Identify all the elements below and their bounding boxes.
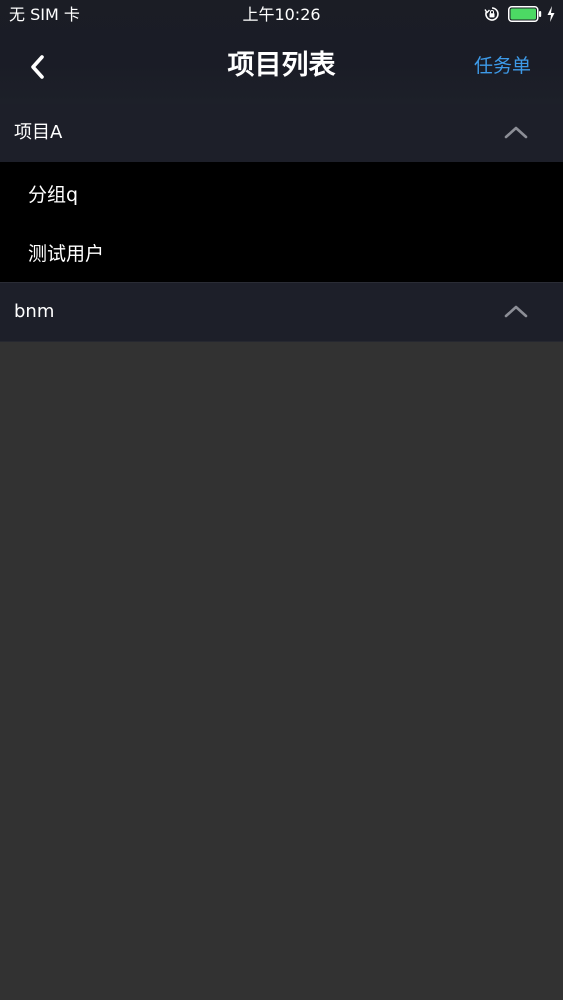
- list-item-label: 分组q: [28, 184, 79, 206]
- chevron-up-icon[interactable]: [504, 124, 528, 144]
- list-item[interactable]: 分组q: [0, 166, 563, 222]
- group-title: 项目A: [14, 122, 63, 143]
- group-title: bnm: [14, 301, 55, 322]
- status-bar: 无 SIM 卡 上午10:26: [0, 0, 563, 30]
- chevron-up-icon[interactable]: [504, 303, 528, 323]
- list-item[interactable]: 测试用户: [0, 225, 563, 281]
- status-time: 上午10:26: [242, 5, 321, 24]
- group-header-bnm[interactable]: bnm: [0, 283, 563, 341]
- group-header-project-a[interactable]: 项目A: [0, 104, 563, 162]
- list-item-label: 测试用户: [28, 243, 105, 265]
- rotation-lock-icon: [484, 6, 500, 22]
- group-items-project-a: 分组q 测试用户: [0, 162, 563, 282]
- charging-bolt-icon: [546, 5, 556, 23]
- task-list-button[interactable]: 任务单: [474, 52, 531, 80]
- battery-icon: [508, 6, 542, 22]
- navigation-bar: 项目列表 任务单: [0, 30, 563, 104]
- empty-content-area: [0, 342, 563, 1000]
